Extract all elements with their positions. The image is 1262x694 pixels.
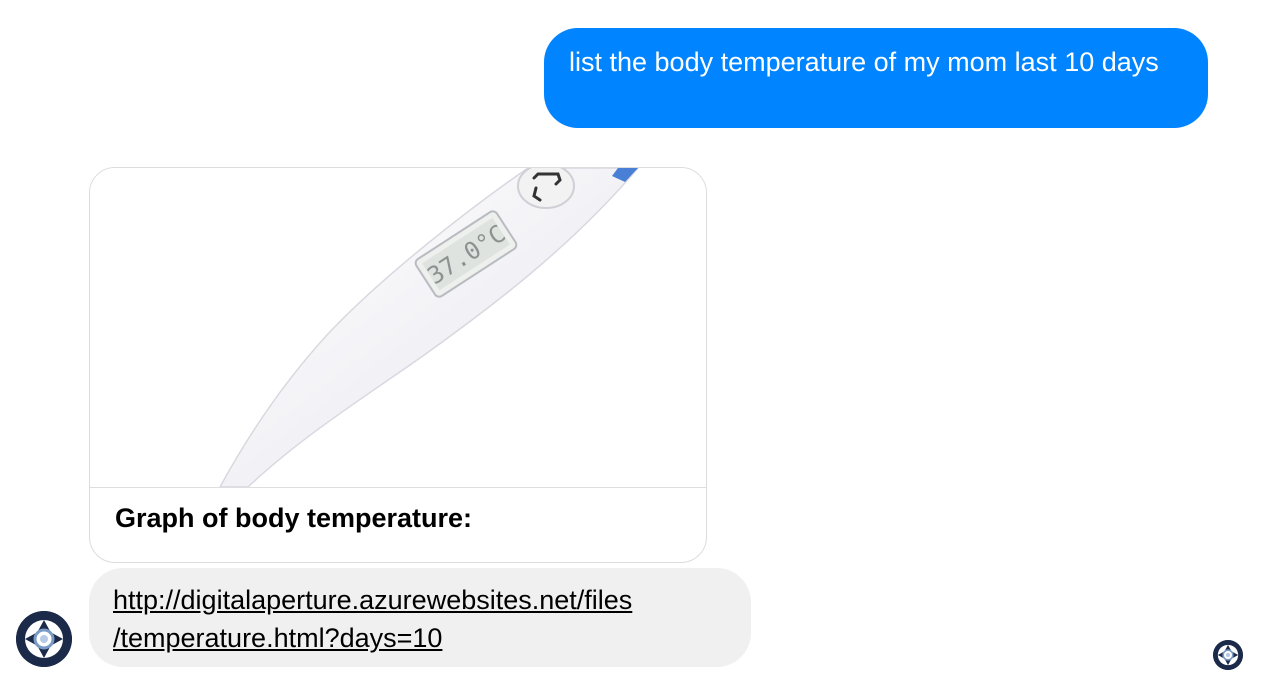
user-message-bubble: list the body temperature of my mom last… [544,28,1208,128]
card-attachment[interactable]: 37.0°C Graph of body temperature: [89,167,707,563]
card-divider [90,487,706,488]
user-message-text: list the body temperature of my mom last… [569,47,1159,77]
card-title: Graph of body temperature: [115,503,473,533]
thermometer-image: 37.0°C [90,168,706,488]
read-receipt-icon [1213,640,1243,670]
bot-link-line-2: /temperature.html?days=10 [113,623,443,653]
bot-message-bubble: http://digitalaperture.azurewebsites.net… [89,568,751,667]
bot-message-link[interactable]: http://digitalaperture.azurewebsites.net… [113,585,632,653]
bot-avatar-icon [16,611,72,667]
bot-link-line-1: http://digitalaperture.azurewebsites.net… [113,585,633,615]
